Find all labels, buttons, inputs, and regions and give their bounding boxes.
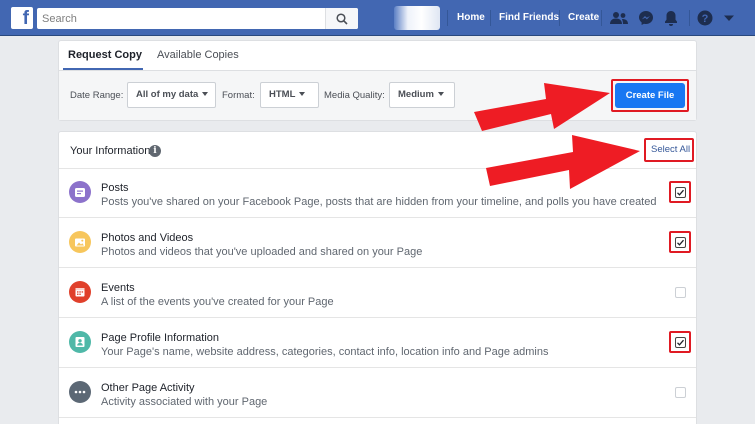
search-button[interactable]: [325, 8, 358, 29]
list-item-events[interactable]: Events A list of the events you've creat…: [59, 269, 696, 318]
nav-divider: [689, 10, 690, 26]
checkbox-posts[interactable]: [675, 187, 686, 198]
row-description: Posts you've shared on your Facebook Pag…: [101, 196, 657, 208]
notifications-icon[interactable]: [662, 9, 680, 27]
create-file-button[interactable]: Create File: [615, 83, 685, 108]
info-title: Your Information: [70, 145, 151, 157]
tab-request-copy[interactable]: Request Copy: [68, 49, 142, 61]
row-description: A list of the events you've created for …: [101, 296, 334, 308]
info-header: Your Information i Select All: [59, 132, 696, 169]
row-title: Photos and Videos: [101, 232, 194, 244]
facebook-logo[interactable]: f: [11, 7, 33, 29]
format-select[interactable]: HTML: [260, 82, 319, 108]
media-quality-label: Media Quality:: [324, 90, 385, 101]
your-information-panel: Your Information i Select All Posts Post…: [58, 131, 697, 424]
checkmark-icon: [677, 339, 684, 346]
chevron-down-icon: [202, 92, 209, 97]
list-item-other-activity[interactable]: Other Page Activity Activity associated …: [59, 369, 696, 418]
nav-divider: [447, 10, 448, 26]
friends-icon[interactable]: [610, 9, 628, 27]
select-all-link[interactable]: Select All: [651, 144, 690, 155]
info-icon[interactable]: i: [149, 145, 161, 157]
date-range-label: Date Range:: [70, 90, 124, 101]
search-box: [37, 8, 358, 29]
posts-icon: [69, 181, 91, 203]
nav-home[interactable]: Home: [457, 12, 485, 23]
media-quality-value: Medium: [398, 89, 434, 100]
format-value: HTML: [269, 89, 296, 100]
row-description: Your Page's name, website address, categ…: [101, 346, 549, 358]
profile-icon: [69, 331, 91, 353]
tab-available-copies[interactable]: Available Copies: [157, 49, 239, 61]
profile-avatar[interactable]: [394, 6, 440, 30]
media-quality-select[interactable]: Medium: [389, 82, 455, 108]
list-item-photos-videos[interactable]: Photos and Videos Photos and videos that…: [59, 219, 696, 268]
svg-text:?: ?: [702, 13, 709, 25]
date-range-value: All of my data: [136, 89, 199, 100]
search-input[interactable]: [37, 8, 326, 29]
row-description: Photos and videos that you've uploaded a…: [101, 246, 423, 258]
checkmark-icon: [677, 239, 684, 246]
nav-divider: [490, 10, 491, 26]
format-label: Format:: [222, 90, 255, 101]
nav-find-friends[interactable]: Find Friends: [499, 12, 559, 23]
chevron-down-icon: [299, 92, 306, 97]
events-icon: [69, 281, 91, 303]
checkmark-icon: [677, 189, 684, 196]
checkbox-photos-videos[interactable]: [675, 237, 686, 248]
nav-divider: [601, 10, 602, 26]
messenger-icon[interactable]: [637, 9, 655, 27]
nav-create[interactable]: Create: [568, 12, 599, 23]
top-navigation-bar: f Home Find Friends Create ?: [0, 0, 755, 36]
photos-icon: [69, 231, 91, 253]
filter-bar: Date Range: All of my data Format: HTML …: [59, 71, 696, 120]
date-range-select[interactable]: All of my data: [127, 82, 216, 108]
row-title: Posts: [101, 182, 129, 194]
row-title: Events: [101, 282, 135, 294]
checkbox-page-profile[interactable]: [675, 337, 686, 348]
help-icon[interactable]: ?: [696, 9, 714, 27]
row-title: Other Page Activity: [101, 382, 195, 394]
account-dropdown-icon[interactable]: [720, 9, 738, 27]
checkbox-other-activity[interactable]: [675, 387, 686, 398]
list-item-posts[interactable]: Posts Posts you've shared on your Facebo…: [59, 169, 696, 218]
search-icon: [336, 12, 348, 25]
chevron-down-icon: [437, 92, 444, 97]
row-title: Page Profile Information: [101, 332, 220, 344]
checkbox-events[interactable]: [675, 287, 686, 298]
more-icon: [69, 381, 91, 403]
list-item-page-profile[interactable]: Page Profile Information Your Page's nam…: [59, 319, 696, 368]
row-description: Activity associated with your Page: [101, 396, 268, 408]
nav-divider: [559, 10, 560, 26]
download-settings-panel: Request Copy Available Copies Date Range…: [58, 40, 697, 121]
